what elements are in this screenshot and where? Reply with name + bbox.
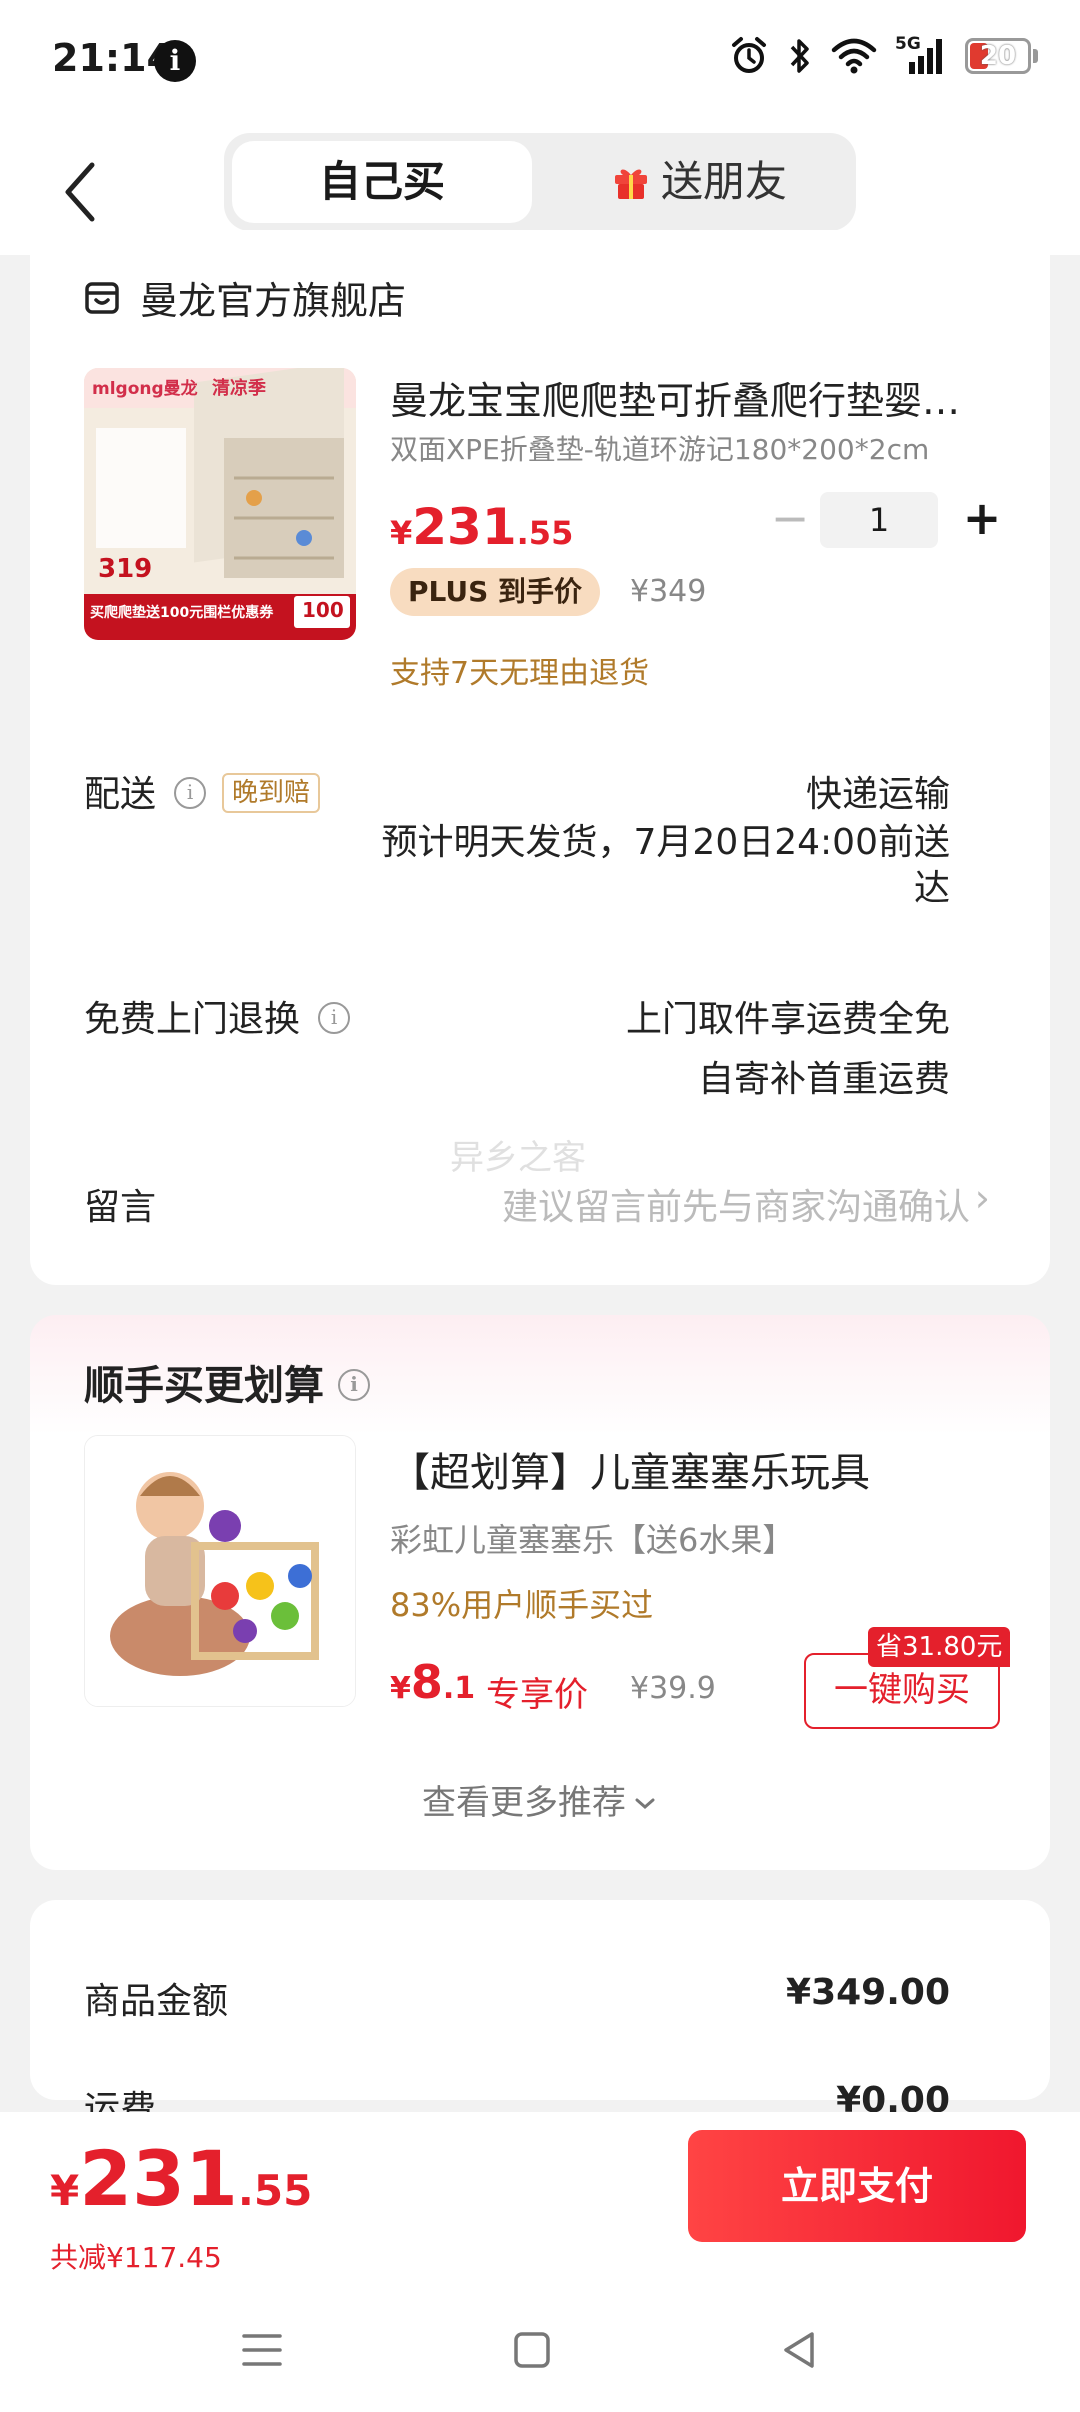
- late-compensation-badge: 晚到赔: [222, 773, 321, 813]
- menu-icon[interactable]: [232, 2320, 292, 2380]
- quantity-stepper: − 1 +: [760, 492, 1012, 548]
- thumb-brand: mlgong曼龙: [92, 379, 198, 399]
- tab-buy-for-self[interactable]: 自己买: [232, 141, 532, 223]
- recommendation-price: ¥8.1: [390, 1655, 476, 1709]
- bluetooth-icon: [790, 39, 809, 73]
- tab-gift-to-friend[interactable]: 送朋友: [554, 141, 844, 223]
- thumb-coupon-text: 买爬爬垫送100元围栏优惠券: [90, 605, 274, 621]
- recommendation-subtitle: 彩虹儿童塞塞乐【送6水果】: [390, 1521, 795, 1559]
- returns-label: 免费上门退换: [84, 999, 301, 1040]
- store-header[interactable]: 曼龙官方旗舰店: [84, 270, 406, 325]
- recommendation-users: 83%用户顺手买过: [390, 1586, 654, 1624]
- status-bar: 21:14 i 5G 20: [0, 0, 1080, 125]
- original-price: ¥349: [630, 574, 707, 609]
- plus-price-badge: PLUS 到手价: [390, 568, 601, 616]
- more-recommendations-link[interactable]: 查看更多推荐: [30, 1775, 1050, 1824]
- purchase-mode-toggle: 自己买 送朋友: [224, 133, 856, 231]
- delivery-label: 配送: [84, 774, 157, 815]
- cellular-signal-icon: 5G: [895, 34, 947, 76]
- battery-level: 20: [979, 41, 1017, 71]
- thumb-season: 清凉季: [212, 378, 266, 399]
- delivery-estimate: 预计明天发货，7月20日24:00前送达: [381, 822, 950, 909]
- price-summary-card: 商品金额 ¥349.00 运费 ¥0.00: [30, 1900, 1050, 2130]
- back-arrow-icon[interactable]: [52, 147, 112, 237]
- product-spec[interactable]: 双面XPE折叠垫-轨道环游记180*200*2cm: [390, 428, 929, 468]
- gift-icon: [614, 169, 647, 199]
- total-price: ¥231.55: [50, 2134, 313, 2223]
- recommendation-title: 顺手买更划算 i: [84, 1353, 370, 1411]
- home-square-icon[interactable]: [502, 2320, 562, 2380]
- store-icon: [85, 281, 119, 314]
- returns-line1: 上门取件享运费全免: [625, 999, 950, 1040]
- recommendation-original-price: ¥39.9: [630, 1671, 716, 1706]
- quantity-field[interactable]: 1: [820, 492, 938, 548]
- status-icons: 5G 20: [729, 34, 1038, 76]
- watermark: 异乡之客: [450, 1138, 586, 1178]
- recommendation-card: 顺手买更划算 i 【超划算】儿童塞塞乐玩具 彩虹儿童塞塞乐【送6水果】 83%用户…: [30, 1315, 1050, 1870]
- wifi-icon: [831, 38, 877, 74]
- product-title[interactable]: 曼龙宝宝爬爬垫可折叠爬行垫婴儿家用地垫: [390, 370, 990, 425]
- info-icon: i: [154, 40, 196, 82]
- product-thumbnail[interactable]: mlgong曼龙 清凉季 319 买爬爬垫送100元围栏优惠券 100: [84, 368, 356, 640]
- goods-amount-value: ¥349.00: [786, 1972, 950, 2013]
- delivery-method[interactable]: 快递运输: [806, 765, 950, 817]
- increase-button[interactable]: +: [952, 492, 1012, 548]
- delivery-info-icon[interactable]: i: [174, 777, 207, 809]
- savings-tag: 省31.80元: [868, 1627, 1011, 1667]
- returns-info-icon[interactable]: i: [318, 1002, 351, 1034]
- recommendation-info-icon[interactable]: i: [338, 1369, 370, 1401]
- product-price: ¥231.55: [390, 498, 574, 556]
- alarm-icon: [732, 37, 766, 73]
- delivery-label-row: 配送 i 晚到赔: [84, 765, 321, 817]
- recommendation-name[interactable]: 【超划算】儿童塞塞乐玩具: [390, 1440, 870, 1498]
- chevron-down-icon: [635, 1798, 655, 1809]
- return-policy-note: 支持7天无理由退货: [390, 656, 650, 691]
- decrease-button[interactable]: −: [760, 492, 820, 548]
- pay-now-button[interactable]: 立即支付: [688, 2130, 1026, 2242]
- order-product-card: 曼龙官方旗舰店 mlgong曼龙 清凉季 319 买爬爬垫送100元围栏优惠券 …: [30, 230, 1050, 1285]
- thumb-price: 319: [98, 554, 153, 584]
- total-discount: 共减¥117.45: [50, 2241, 222, 2274]
- back-triangle-icon[interactable]: [770, 2320, 830, 2380]
- goods-amount-label: 商品金额: [84, 1981, 229, 2022]
- note-label: 留言: [84, 1187, 157, 1228]
- tab-gift-label: 送朋友: [660, 157, 787, 206]
- recommendation-thumbnail[interactable]: [84, 1435, 356, 1707]
- note-input[interactable]: 建议留言前先与商家沟通确认: [410, 1178, 970, 1230]
- returns-label-row: 免费上门退换 i: [84, 990, 351, 1042]
- chevron-right-icon: ›: [974, 1176, 990, 1220]
- exclusive-price-label: 专享价: [486, 1675, 588, 1715]
- returns-line2: 自寄补首重运费: [697, 1059, 950, 1100]
- battery-icon: 20: [965, 38, 1031, 74]
- system-navigation-bar: [0, 2280, 1080, 2412]
- store-name: 曼龙官方旗舰店: [140, 279, 407, 323]
- thumb-coupon-value: 100: [302, 598, 344, 622]
